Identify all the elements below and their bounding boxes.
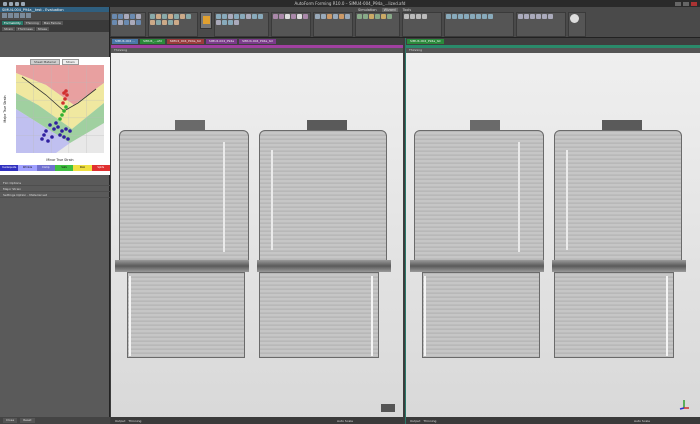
- data-point: [54, 121, 58, 125]
- viewport-tab[interactable]: SIMU4_004_P94a_tst: [166, 39, 204, 44]
- app-title: AutoForm Forming R10.0 – SIMU4-004_P94a_…: [294, 1, 406, 6]
- tab-thinning[interactable]: Thinning: [23, 21, 41, 25]
- arrow-icon: [381, 404, 395, 412]
- panel-tabs-2: Strain Thickness Stress: [0, 26, 109, 32]
- reset-button[interactable]: Reset: [20, 418, 35, 423]
- footer-item[interactable]: Auto Scale: [337, 419, 403, 423]
- tool-icon[interactable]: [20, 13, 25, 18]
- option-row[interactable]: Settings Option - Material set: [0, 192, 110, 198]
- data-point: [62, 109, 66, 113]
- axis-triad-icon: [678, 398, 690, 410]
- data-point: [64, 89, 68, 93]
- tool-icon[interactable]: [2, 13, 7, 18]
- flc-legend: Inadequate Wrinkle Comp Safe Risk Splits: [0, 165, 110, 171]
- box-icon[interactable]: [200, 12, 212, 29]
- ribbon-group-measure[interactable]: [313, 12, 353, 37]
- data-point: [60, 113, 64, 117]
- ribbon-group-display[interactable]: [148, 12, 198, 37]
- part-left-b: [257, 120, 397, 360]
- data-point: [65, 93, 69, 97]
- panel-toolbar: [0, 12, 109, 20]
- data-point: [52, 127, 56, 131]
- x-axis-label: Minor True Strain: [46, 158, 73, 162]
- viewport-header: Thinning: [111, 48, 403, 53]
- viewport-header: Thinning: [406, 48, 700, 53]
- tool-icon[interactable]: [8, 13, 13, 18]
- ribbon-groups: [110, 12, 586, 37]
- data-point: [66, 137, 70, 141]
- flc-chart-panel: Sheet Material Strain Minor True Strain M…: [0, 57, 110, 175]
- tool-icon[interactable]: [26, 13, 31, 18]
- data-point: [58, 117, 62, 121]
- tab-strain[interactable]: Strain: [2, 27, 15, 31]
- data-point: [56, 125, 60, 129]
- viewport-tab[interactable]: SIMU4-004_P94a: [205, 39, 238, 44]
- data-point: [68, 129, 72, 133]
- ribbon-group-results[interactable]: [355, 12, 400, 37]
- footer-item[interactable]: Output: [115, 419, 125, 423]
- tool-icon[interactable]: [14, 13, 19, 18]
- viewport-left[interactable]: SIMU4-004 ... SIMU4_...afd SIMU4_004_P94…: [111, 38, 403, 424]
- viewport-tabs: SIMU4-004 ... SIMU4_...afd SIMU4_004_P94…: [111, 38, 403, 45]
- ribbon-group-section[interactable]: [271, 12, 311, 37]
- footer-item[interactable]: Thinning: [128, 419, 141, 423]
- viewport-footer: Output Thinning Auto Scale: [406, 417, 700, 424]
- data-point: [61, 101, 65, 105]
- ribbon-group-scale[interactable]: [402, 12, 442, 37]
- data-point: [63, 97, 67, 101]
- close-icon[interactable]: [691, 1, 697, 6]
- viewport-tab[interactable]: SIMU4_...afd: [140, 39, 165, 44]
- flc-chart[interactable]: Minor True Strain Major True Strain: [0, 65, 110, 173]
- viewport-right[interactable]: SIMU4-004_P94a_tst Thinning Output Thinn…: [405, 38, 700, 424]
- footer-item[interactable]: Thinning: [423, 419, 436, 423]
- part-right-a: [410, 120, 550, 360]
- part-right-b: [552, 120, 692, 360]
- viewport-tab[interactable]: SIMU4-004_P94a_tst: [239, 39, 276, 44]
- viewport-tab[interactable]: SIMU4-004_P94a_tst: [407, 39, 444, 44]
- ribbon-group-view[interactable]: [110, 12, 146, 37]
- legend-item: Splits: [91, 165, 110, 171]
- ribbon-group-playback[interactable]: [516, 12, 566, 37]
- legend-item: Wrinkle: [18, 165, 37, 171]
- panel-bottom-bar: Close Reset: [0, 417, 110, 424]
- data-point: [62, 135, 66, 139]
- data-point: [58, 133, 62, 137]
- ribbon-group-refresh[interactable]: [568, 12, 586, 37]
- data-point: [50, 135, 54, 139]
- y-axis-label: Major True Strain: [3, 95, 7, 122]
- tab-stress[interactable]: Stress: [35, 27, 49, 31]
- ribbon-group-animation[interactable]: [444, 12, 514, 37]
- maximize-icon[interactable]: [683, 1, 689, 6]
- data-point: [46, 139, 50, 143]
- data-point: [64, 105, 68, 109]
- data-point: [40, 137, 44, 141]
- footer-item[interactable]: Auto Scale: [634, 419, 700, 423]
- viewport-tab[interactable]: SIMU4-004 ...: [112, 39, 139, 44]
- panel-options: FLC Options Major Strain Settings Option…: [0, 180, 110, 198]
- data-point: [42, 133, 46, 137]
- legend-item: Comp: [36, 165, 55, 171]
- close-button[interactable]: Close: [3, 418, 18, 423]
- viewport-footer: Output Thinning Auto Scale: [111, 417, 403, 424]
- window-controls[interactable]: [675, 1, 700, 6]
- legend-item: Safe: [54, 165, 74, 171]
- minimize-icon[interactable]: [675, 1, 681, 6]
- data-point: [48, 123, 52, 127]
- tab-formability[interactable]: Formability: [2, 21, 23, 25]
- quick-access-toolbar[interactable]: [0, 1, 25, 6]
- ribbon-group-tools[interactable]: [214, 12, 269, 37]
- title-bar: AutoForm Forming R10.0 – SIMU4-004_P94a_…: [0, 0, 700, 7]
- data-point: [44, 129, 48, 133]
- legend-item: Inadequate: [0, 165, 19, 171]
- footer-item[interactable]: Output: [410, 419, 420, 423]
- part-left-a: [115, 120, 255, 360]
- data-point: [64, 127, 68, 131]
- tab-max-failure[interactable]: Max Failure: [41, 21, 63, 25]
- tab-thickness[interactable]: Thickness: [15, 27, 35, 31]
- legend-item: Risk: [73, 165, 92, 171]
- viewport-tabs: SIMU4-004_P94a_tst: [406, 38, 700, 45]
- data-point: [60, 129, 64, 133]
